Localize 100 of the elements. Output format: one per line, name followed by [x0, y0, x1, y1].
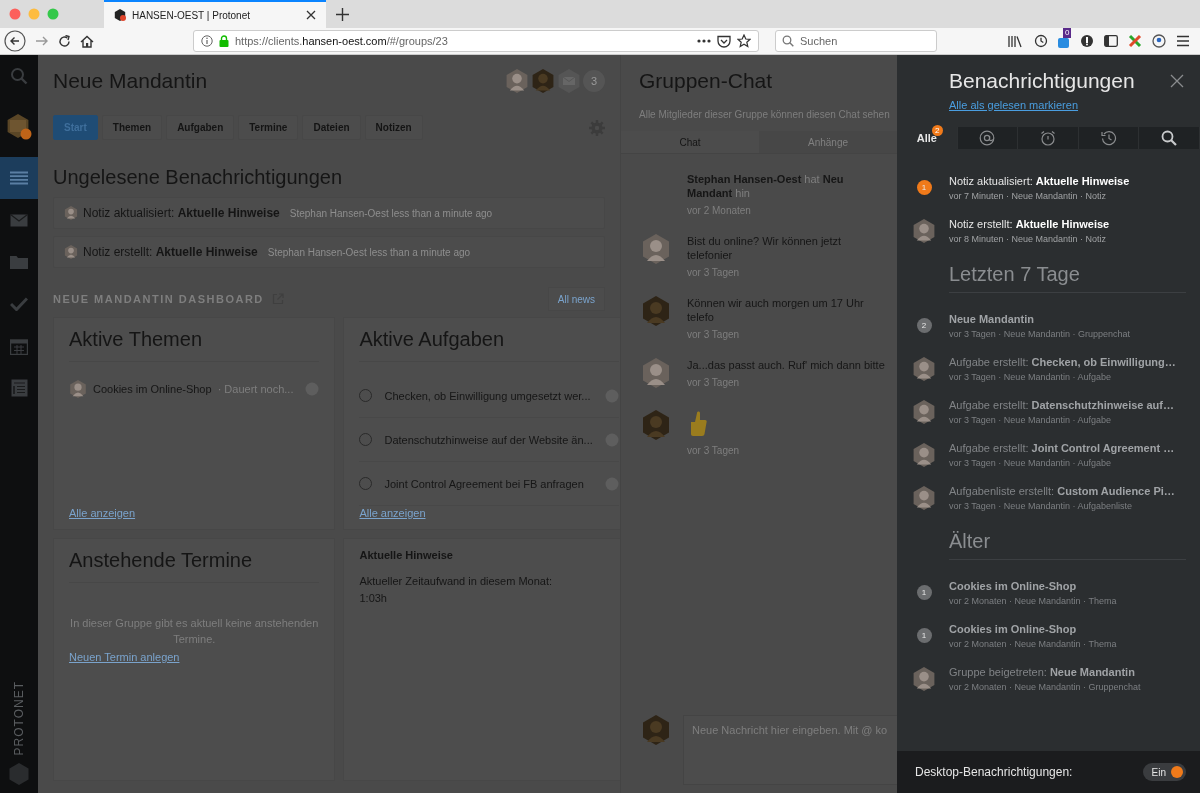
back-icon[interactable] [4, 30, 26, 52]
avatar-icon [69, 380, 87, 398]
notification-meta: vor 3 Tagen · Neue Mandantin · Gruppenchat [949, 328, 1130, 339]
notification-title: Cookies im Online-Shop [949, 579, 1078, 592]
mark-all-read-link[interactable]: Alle als gelesen markieren [949, 99, 1078, 111]
search-icon [1161, 130, 1178, 146]
panel-title: Benachrichtigungen [949, 69, 1136, 93]
notification-meta: vor 8 Minuten · Neue Mandantin · Notiz [949, 233, 1108, 244]
alarm-clock-icon [1040, 130, 1056, 146]
tab-title: HANSEN-OEST | Protonet [132, 9, 251, 21]
library-icon[interactable] [1008, 34, 1024, 48]
mention-icon [979, 130, 996, 146]
menu-icon[interactable] [1176, 35, 1190, 47]
card-title: Anstehende Termine [69, 549, 320, 583]
count-circle-icon [604, 432, 619, 447]
notification-meta: vor 2 Monaten · Neue Mandantin · Gruppenchat [949, 681, 1141, 692]
notification-title: Aufgabe erstellt: Joint Control Agreement … [949, 441, 1175, 454]
search-icon [10, 67, 28, 85]
avatar-icon [912, 442, 936, 467]
notification-item[interactable]: Aufgabe erstellt: Checken, ob Einwilligung… vor 3 Tagen · Neue Mandantin · Aufgabe [911, 350, 1186, 387]
notification-meta: vor 3 Tagen · Neue Mandantin · Aufgabe [949, 414, 1112, 425]
notification-title: Aufgabe erstellt: Checken, ob Einwilligung… [949, 355, 1176, 368]
folder-icon [10, 255, 28, 269]
card-title: Aktive Aufgaben [359, 328, 619, 362]
member-avatar-icon [531, 69, 555, 93]
new-appointment-link[interactable]: Neuen Termin anlegen [69, 651, 180, 663]
notification-item[interactable]: 1 Notiz aktualisiert: Aktuelle Hinweise vor 7 Minuten · Neue Mandantin · Notiz [911, 169, 1186, 206]
notification-meta: vor 3 Tagen · Neue Mandantin · Aufgabe [949, 371, 1112, 382]
section-heading: Älter [949, 530, 1186, 560]
avatar-icon [64, 245, 78, 259]
member-count[interactable]: 3 [583, 70, 605, 92]
avatar-icon [641, 715, 671, 745]
tab-favicon-icon [114, 9, 126, 21]
notification-item[interactable]: Aufgabe erstellt: Datenschutzhinweise auf… vor 3 Tagen · Neue Mandantin · Aufgabe [911, 393, 1186, 430]
account-icon[interactable] [1152, 34, 1166, 48]
notification-title: Gruppe beigetreten: Neue Mandantin [949, 665, 1136, 678]
notification-item[interactable]: Aufgabenliste erstellt: Custom Audience Pi… vor 3 Tagen · Neue Mandantin · Aufgabenliste [911, 479, 1186, 516]
address-field[interactable]: https://clients.hansen-oest.com/#/groups/23 [193, 30, 759, 52]
home-icon[interactable] [80, 34, 94, 48]
notification-title: Aufgabenliste erstellt: Custom Audience Pi… [949, 484, 1175, 497]
notification-title: Notiz aktualisiert: Aktuelle Hinweise [949, 174, 1130, 187]
star-icon[interactable] [737, 34, 751, 48]
count-circle-icon [604, 388, 619, 403]
count-badge: 1 [916, 180, 932, 195]
avatar-icon [641, 234, 671, 264]
calendar-icon [10, 337, 28, 355]
avatar-icon [912, 666, 936, 691]
envelope-icon [10, 213, 28, 227]
setting-label: Desktop-Benachrichtigungen: [915, 765, 1073, 779]
history-icon[interactable] [1034, 34, 1048, 48]
avatar-icon [641, 410, 671, 440]
cross-icon[interactable] [1128, 34, 1142, 48]
brand-name: PROTONET [12, 680, 26, 755]
show-all-link[interactable]: Alle anzeigen [69, 507, 136, 519]
avatar-icon [912, 356, 936, 381]
avatar-icon [912, 399, 936, 424]
notification-title: Cookies im Online-Shop [949, 622, 1078, 635]
close-icon[interactable] [306, 10, 316, 20]
forward-icon[interactable] [35, 35, 49, 47]
avatar-icon [641, 358, 671, 388]
show-all-link[interactable]: Alle anzeigen [359, 507, 426, 519]
note-title: Aktuelle Hinweise [359, 549, 454, 561]
info-icon [201, 35, 213, 47]
count-badge: 0 [1063, 28, 1072, 38]
avatar-icon [912, 485, 936, 510]
new-tab-icon[interactable] [336, 7, 349, 21]
checkmark-icon [10, 297, 28, 311]
notification-title: Aufgabe erstellt: Datenschutzhinweise auf… [949, 398, 1174, 411]
member-mail-icon [557, 69, 581, 93]
shield-icon[interactable] [717, 34, 731, 48]
notification-item[interactable]: Notiz erstellt: Aktuelle Hinweise vor 8 Minuten · Neue Mandantin · Notiz [911, 212, 1186, 249]
list-icon [10, 171, 28, 185]
sidebar-icon[interactable] [1104, 35, 1118, 47]
notification-item[interactable]: 2 Neue Mandantin vor 3 Tagen · Neue Mandantin · Gruppenchat [911, 307, 1186, 344]
group-icon [6, 114, 32, 140]
notification-item[interactable]: 1 Cookies im Online-Shop vor 2 Monaten · Neue Mandantin · Thema [911, 574, 1186, 611]
count-badge: 1 [916, 628, 932, 643]
logo-icon [8, 763, 30, 785]
count-badge: 2 [916, 318, 932, 333]
more-icon[interactable] [697, 39, 711, 43]
notification-meta: vor 2 Monaten · Neue Mandantin · Thema [949, 638, 1117, 649]
section-heading: Letzten 7 Tage [949, 263, 1186, 293]
search-icon [782, 35, 794, 47]
notification-title: Notiz erstellt: Aktuelle Hinweise [949, 217, 1110, 230]
notes-icon [10, 379, 28, 397]
url-text: https://clients.hansen-oest.com/#/groups/23 [235, 35, 448, 47]
notification-item[interactable]: Aufgabe erstellt: Joint Control Agreement … vor 3 Tagen · Neue Mandantin · Aufgabe [911, 436, 1186, 473]
reload-icon[interactable] [58, 34, 71, 48]
search-field[interactable]: Suchen [775, 30, 937, 52]
notification-item[interactable]: 1 Cookies im Online-Shop vor 2 Monaten · Neue Mandantin · Thema [911, 617, 1186, 654]
window-controls-icon [9, 8, 59, 20]
notification-meta: vor 3 Tagen · Neue Mandantin · Aufgabenliste [949, 500, 1133, 511]
sidebar-item[interactable] [0, 157, 38, 199]
notification-item[interactable]: Gruppe beigetreten: Neue Mandantin vor 2 Monaten · Neue Mandantin · Gruppenchat [911, 660, 1186, 697]
toggle-switch[interactable]: Ein [1142, 763, 1186, 781]
notification-meta: vor 2 Monaten · Neue Mandantin · Thema [949, 595, 1117, 606]
count-badge: 1 [916, 585, 932, 600]
notification-meta: vor 7 Minuten · Neue Mandantin · Notiz [949, 190, 1108, 201]
browser-tab[interactable]: HANSEN-OEST | Protonet [104, 0, 326, 28]
avatar-icon [64, 206, 78, 220]
